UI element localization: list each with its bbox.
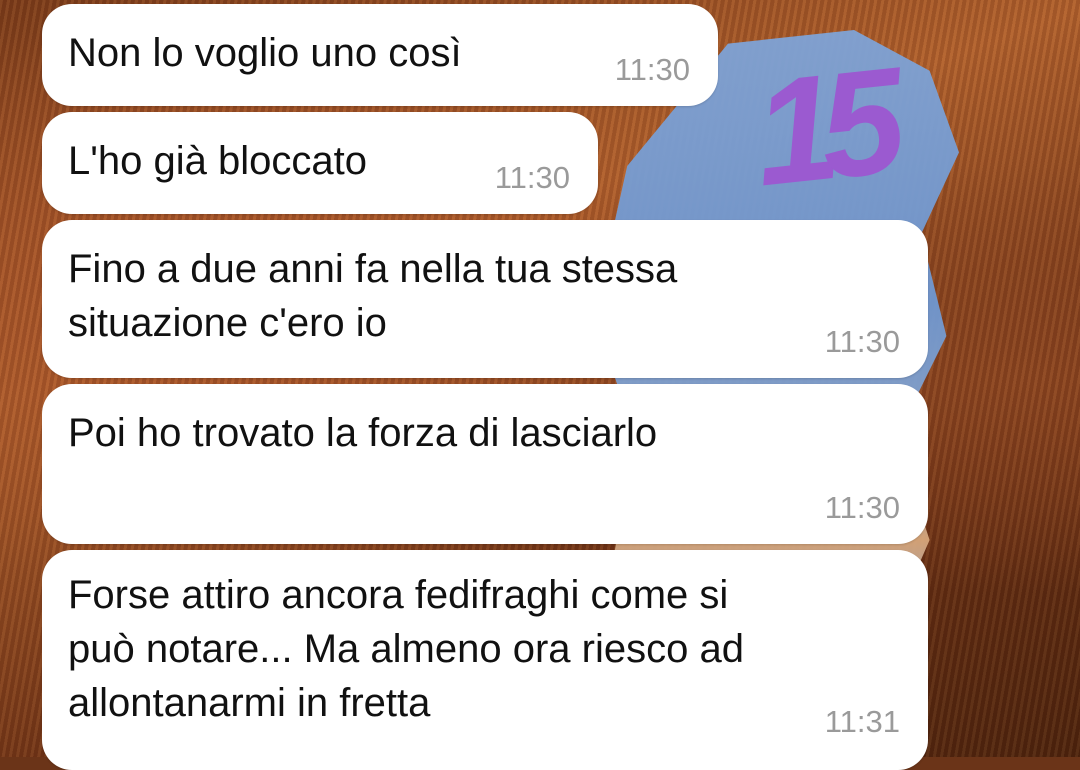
message-bubble[interactable]: Poi ho trovato la forza di lasciarlo 11:… bbox=[42, 384, 928, 544]
message-text: Forse attiro ancora fedifraghi come si p… bbox=[68, 573, 744, 725]
message-bubble[interactable]: Fino a due anni fa nella tua stessa situ… bbox=[42, 220, 928, 378]
message-timestamp: 11:30 bbox=[824, 490, 900, 525]
message-timestamp: 11:30 bbox=[614, 52, 690, 87]
message-bubble[interactable]: Non lo voglio uno così 11:30 bbox=[42, 4, 718, 106]
message-text: Fino a due anni fa nella tua stessa situ… bbox=[68, 247, 678, 345]
message-timestamp: 11:31 bbox=[824, 704, 900, 739]
message-text: Non lo voglio uno così bbox=[68, 31, 462, 75]
message-list[interactable]: Non lo voglio uno così 11:30 L'ho già bl… bbox=[0, 0, 1080, 770]
message-bubble[interactable]: Forse attiro ancora fedifraghi come si p… bbox=[42, 550, 928, 770]
message-timestamp: 11:30 bbox=[494, 160, 570, 195]
message-bubble[interactable]: L'ho già bloccato 11:30 bbox=[42, 112, 598, 214]
message-text: Poi ho trovato la forza di lasciarlo bbox=[68, 411, 658, 455]
message-timestamp: 11:30 bbox=[824, 324, 900, 359]
